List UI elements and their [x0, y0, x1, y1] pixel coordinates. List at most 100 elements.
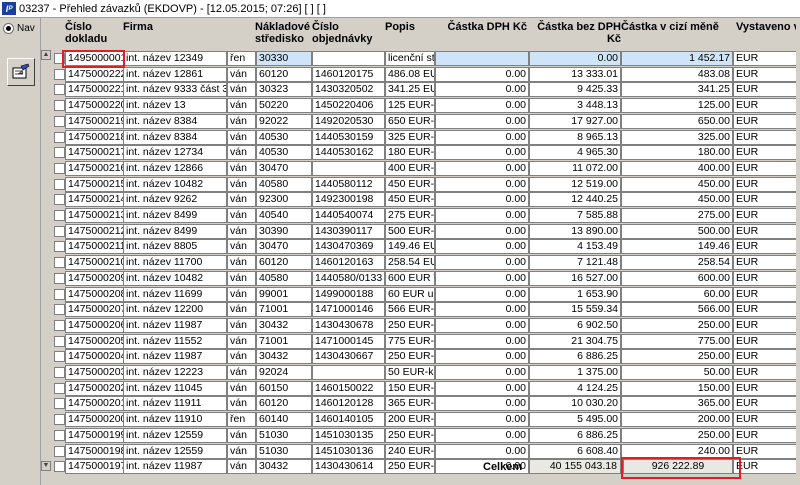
cell-objednavka[interactable]: 1430470369 [312, 239, 385, 255]
cell-bez-dph[interactable]: 8 965.13 [529, 129, 621, 145]
row-checkbox[interactable] [54, 272, 65, 284]
cell-doklad[interactable]: 1475000199 [65, 427, 124, 443]
cell-cizi[interactable]: 275.00 [621, 208, 733, 223]
cell-doklad[interactable]: 1475000211 [65, 239, 124, 255]
cell-stredisko[interactable]: 60120 [256, 396, 312, 412]
row-checkbox[interactable] [54, 100, 65, 112]
cell-bez-dph[interactable]: 1 653.90 [529, 286, 621, 302]
cell-popis[interactable]: 341.25 EUR- [385, 82, 435, 98]
cell-mena[interactable]: EUR [733, 66, 800, 82]
cell-mena[interactable]: EUR [733, 129, 800, 145]
cell-firma[interactable]: int. název 11700 [123, 255, 227, 271]
cell-firma[interactable]: int. název 11987 [123, 459, 227, 475]
cell-dph[interactable]: 0.00 [435, 129, 529, 145]
table-row[interactable]: 1475000206 int. název 11987 ván 30432 143043… [41, 317, 800, 334]
cell-firma[interactable]: int. název 12559 [123, 443, 227, 459]
edit-document-button[interactable] [7, 58, 35, 86]
cell-dph[interactable]: 0.00 [435, 427, 529, 443]
cell-cizi[interactable]: 125.00 [621, 98, 733, 114]
cell-k[interactable]: ván [227, 255, 256, 271]
row-checkbox[interactable] [54, 445, 65, 457]
cell-cizi[interactable]: 250.00 [621, 349, 733, 365]
cell-dph[interactable]: 0.00 [435, 176, 529, 192]
cell-bez-dph[interactable]: 17 927.00 [529, 113, 621, 129]
table-row[interactable]: 1475000219 int. název 8384 ván 92022 1492020… [41, 113, 800, 130]
table-row[interactable]: 1475000215 int. název 10482 ván 40580 144058… [41, 176, 800, 193]
cell-bez-dph[interactable]: 6 902.50 [529, 317, 621, 333]
table-row[interactable]: 1475000222 int. název 12861 ván 60120 146012… [41, 66, 800, 83]
cell-stredisko[interactable]: 60150 [256, 380, 312, 396]
cell-cizi[interactable]: 341.25 [621, 82, 733, 98]
cell-popis[interactable]: 50 EUR-kon [385, 365, 435, 380]
cell-k[interactable]: ván [227, 396, 256, 412]
cell-objednavka[interactable] [312, 160, 385, 176]
table-row[interactable]: 1475000208 int. název 11699 ván 99001 149900… [41, 286, 800, 303]
cell-k[interactable]: ván [227, 286, 256, 302]
cell-popis[interactable]: 250 EUR-kor [385, 459, 435, 475]
cell-cizi[interactable]: 566.00 [621, 302, 733, 318]
cell-bez-dph[interactable]: 7 585.88 [529, 208, 621, 223]
row-checkbox[interactable] [54, 162, 65, 174]
cell-stredisko[interactable]: 71001 [256, 333, 312, 349]
cell-firma[interactable]: int. název 11911 [123, 396, 227, 412]
cell-bez-dph[interactable]: 5 495.00 [529, 412, 621, 428]
table-row[interactable]: 1475000220 int. název 13 ván 50220 145022040… [41, 98, 800, 114]
cell-cizi[interactable]: 650.00 [621, 113, 733, 129]
table-row[interactable]: 1475000200 int. název 11910 řen 60140 146014… [41, 412, 800, 428]
cell-cizi[interactable]: 250.00 [621, 317, 733, 333]
cell-cizi[interactable]: 775.00 [621, 333, 733, 349]
cell-popis[interactable]: 240 EUR-kor [385, 443, 435, 459]
cell-doklad[interactable]: 1475000210 [65, 255, 124, 271]
cell-cizi[interactable]: 149.46 [621, 239, 733, 255]
cell-doklad[interactable]: 1475000212 [65, 223, 124, 239]
table-row[interactable]: 1475000218 int. název 8384 ván 40530 1440530… [41, 129, 800, 146]
cell-firma[interactable]: int. název 11699 [123, 286, 227, 302]
cell-objednavka[interactable]: 1499000188 [312, 286, 385, 302]
cell-bez-dph[interactable]: 12 519.00 [529, 176, 621, 192]
cell-firma[interactable]: int. název 12861 [123, 66, 227, 82]
cell-bez-dph[interactable]: 10 030.20 [529, 396, 621, 412]
cell-mena[interactable]: EUR [733, 349, 800, 365]
cell-objednavka[interactable]: 1492300198 [312, 192, 385, 208]
cell-popis[interactable]: 400 EUR-ch [385, 160, 435, 176]
cell-cizi[interactable]: 483.08 [621, 66, 733, 82]
cell-objednavka[interactable]: 1430430614 [312, 459, 385, 475]
cell-popis[interactable]: 775 EUR-kor [385, 333, 435, 349]
row-checkbox[interactable] [54, 429, 65, 441]
cell-firma[interactable]: int. název 11987 [123, 317, 227, 333]
cell-popis[interactable]: 566 EUR-ubj [385, 302, 435, 318]
table-row[interactable]: 1475000210 int. název 11700 ván 60120 146012… [41, 255, 800, 271]
cell-objednavka[interactable]: 1450220406 [312, 98, 385, 114]
cell-k[interactable]: ván [227, 270, 256, 286]
cell-stredisko[interactable]: 40530 [256, 145, 312, 161]
cell-mena[interactable]: EUR [733, 333, 800, 349]
cell-stredisko[interactable]: 40580 [256, 270, 312, 286]
cell-bez-dph[interactable]: 6 886.25 [529, 349, 621, 365]
cell-firma[interactable]: int. název 13 [123, 98, 227, 114]
row-checkbox[interactable] [54, 304, 65, 316]
cell-dph[interactable]: 0.00 [435, 317, 529, 333]
table-row[interactable]: 1475000201 int. název 11911 ván 60120 146012… [41, 396, 800, 412]
cell-stredisko[interactable]: 71001 [256, 302, 312, 318]
table-row[interactable]: 1475000207 int. název 12200 ván 71001 147100… [41, 302, 800, 318]
cell-k[interactable]: ván [227, 208, 256, 223]
row-checkbox[interactable] [54, 461, 65, 473]
cell-mena[interactable]: EUR [733, 365, 800, 380]
cell-doklad[interactable]: 1475000215 [65, 176, 124, 192]
cell-mena[interactable]: EUR [733, 412, 800, 428]
row-checkbox[interactable] [54, 225, 65, 237]
cell-dph[interactable]: 0.00 [435, 286, 529, 302]
cell-firma[interactable]: int. název 10482 [123, 176, 227, 192]
cell-objednavka[interactable]: 1460120128 [312, 396, 385, 412]
row-checkbox[interactable] [54, 84, 65, 96]
radio-selected-icon[interactable] [3, 23, 14, 34]
cell-dph[interactable]: 0.00 [435, 192, 529, 208]
cell-objednavka[interactable]: 1471000146 [312, 302, 385, 318]
row-checkbox[interactable] [54, 241, 65, 253]
cell-doklad[interactable]: 1475000213 [65, 208, 124, 223]
cell-k[interactable]: ván [227, 113, 256, 129]
cell-k[interactable]: řen [227, 412, 256, 428]
cell-bez-dph[interactable]: 4 153.49 [529, 239, 621, 255]
cell-popis[interactable]: 325 EUR-kor [385, 129, 435, 145]
cell-dph[interactable]: 0.00 [435, 412, 529, 428]
